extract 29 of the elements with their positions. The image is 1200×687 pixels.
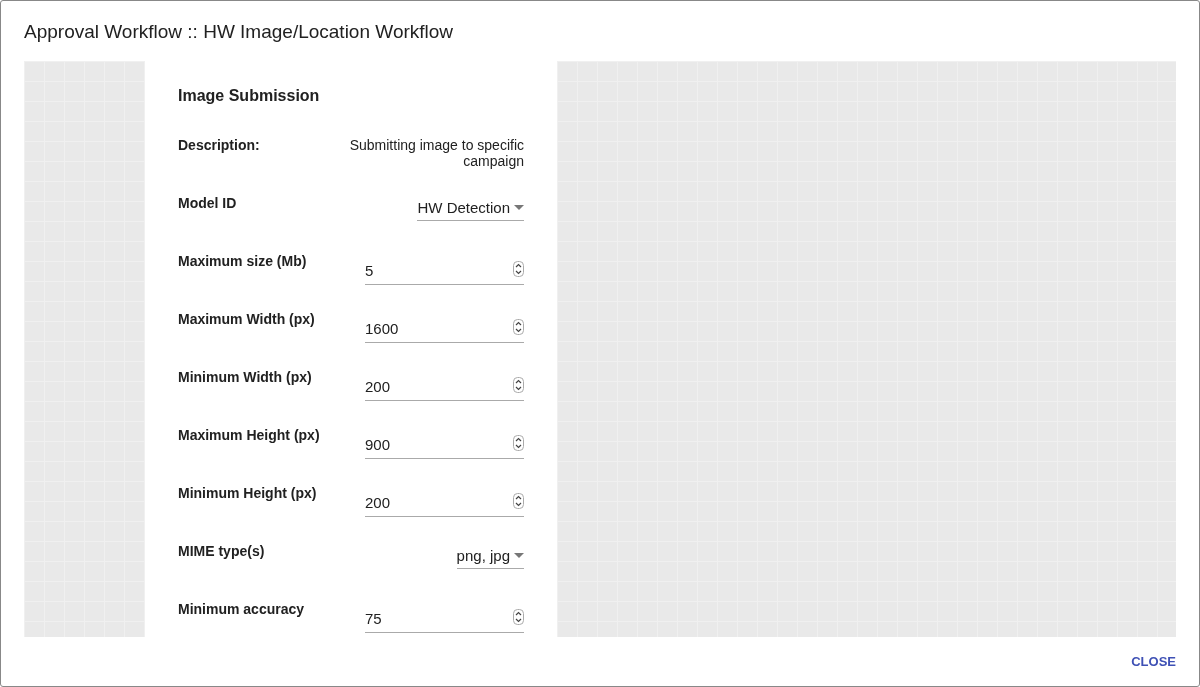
caret-icon xyxy=(514,553,524,559)
form-heading: Image Submission xyxy=(178,87,320,106)
close-button[interactable]: CLOSE xyxy=(1123,648,1176,676)
spinner-icon xyxy=(513,493,524,510)
number-field[interactable]: 200 xyxy=(365,485,524,518)
number-field[interactable]: 200 xyxy=(365,369,524,402)
field-label: Maximum Width (px) xyxy=(178,311,315,328)
field-label: Minimum Width (px) xyxy=(178,369,312,386)
field-label: Maximum size (Mb) xyxy=(178,253,307,270)
spinner-icon xyxy=(513,261,524,278)
field-label: Description: xyxy=(178,137,260,154)
dropdown[interactable]: HW Detection xyxy=(417,195,524,222)
spinner-icon xyxy=(513,319,524,336)
number-field[interactable]: 1600 xyxy=(365,311,524,344)
dialog-title: Approval Workflow :: HW Image/Location Workflow xyxy=(24,21,455,44)
spinner-icon xyxy=(513,609,524,626)
spinner-icon xyxy=(513,377,524,394)
dropdown[interactable]: png, jpg xyxy=(456,543,524,570)
number-field[interactable]: 75 xyxy=(365,601,524,634)
field-label: MIME type(s) xyxy=(178,543,265,560)
field-label: Minimum Height (px) xyxy=(178,485,317,502)
caret-icon xyxy=(514,205,524,211)
spinner-icon xyxy=(513,435,524,452)
field-label: Minimum accuracy xyxy=(178,601,305,618)
field-label: Maximum Height (px) xyxy=(178,427,320,444)
number-field[interactable]: 900 xyxy=(365,427,524,460)
number-field[interactable]: 5 xyxy=(365,253,524,286)
field-label: Model ID xyxy=(178,195,237,212)
description-text: Submitting image to specific campaign xyxy=(348,137,524,170)
